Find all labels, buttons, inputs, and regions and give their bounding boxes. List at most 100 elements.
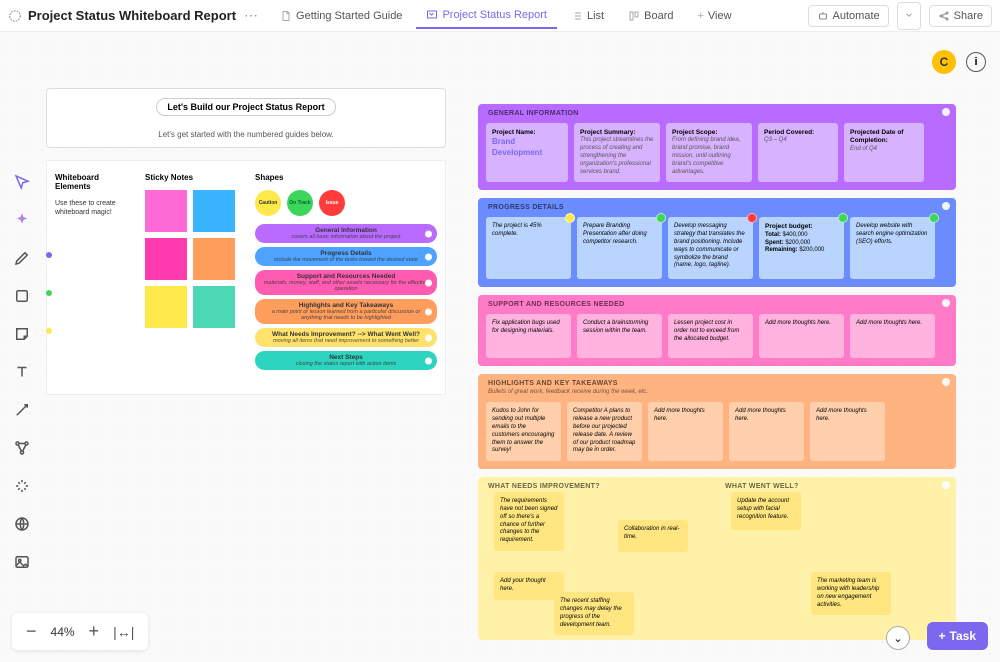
- support-card[interactable]: Fix application bugs used for designing …: [486, 314, 571, 358]
- section-bar[interactable]: What Needs Improvement? --> What Went We…: [255, 328, 437, 347]
- doc-icon: [280, 10, 292, 22]
- status-circle[interactable]: Issue: [319, 190, 345, 216]
- sticky-sample[interactable]: [193, 286, 235, 328]
- section: SUPPORT AND RESOURCES NEEDEDFix applicat…: [478, 295, 956, 366]
- section: PROGRESS DETAILS The project is 45% compl…: [478, 198, 956, 287]
- tab-label: Getting Started Guide: [296, 10, 402, 22]
- highlight-card[interactable]: Add more thoughts here.: [648, 402, 723, 461]
- task-options-button[interactable]: ⌄: [886, 626, 910, 650]
- zoom-controls: − 44% + |↔|: [12, 613, 148, 650]
- sticky-sample[interactable]: [145, 286, 187, 328]
- progress-card[interactable]: Develop website with search engine optim…: [850, 217, 935, 279]
- highlight-card[interactable]: Add more thoughts here.: [729, 402, 804, 461]
- section-title: WHAT WENT WELL?: [721, 481, 950, 492]
- progress-card[interactable]: Prepare Branding Presentation after doin…: [577, 217, 662, 279]
- improve-card[interactable]: The requirements have not been signed of…: [494, 492, 564, 551]
- info-card[interactable]: Project Scope:From defining brand idea, …: [666, 123, 752, 182]
- improve-card[interactable]: The recent staffing changes may delay th…: [554, 592, 634, 635]
- wentwell-card[interactable]: Update the account setup with facial rec…: [731, 492, 801, 530]
- sticky-sample[interactable]: [193, 238, 235, 280]
- plus-icon: +: [939, 629, 946, 643]
- section-bar[interactable]: Highlights and Key Takeawaysa main point…: [255, 299, 437, 324]
- support-card[interactable]: Lessen project cost in order not to exce…: [668, 314, 753, 358]
- highlight-card[interactable]: Kudos to John for sending out multiple e…: [486, 402, 561, 461]
- zoom-out-button[interactable]: −: [26, 621, 37, 642]
- section: GENERAL INFORMATION Project Name:Brand De…: [478, 104, 956, 190]
- app-header: Project Status Whiteboard Report ⋯ Getti…: [0, 0, 1000, 32]
- elements-desc: Use these to create whiteboard magic!: [55, 199, 133, 217]
- automate-button[interactable]: Automate: [808, 5, 889, 27]
- report-canvas: GENERAL INFORMATION Project Name:Brand De…: [478, 104, 956, 648]
- section-split: WHAT NEEDS IMPROVEMENT?The requirements …: [478, 477, 956, 640]
- highlight-card[interactable]: Add more thoughts here.: [810, 402, 885, 461]
- support-card[interactable]: Add more thoughts here.: [759, 314, 844, 358]
- improve-card[interactable]: Collaboration in real-time.: [618, 520, 688, 552]
- tab-add-view[interactable]: + View: [687, 4, 741, 28]
- more-icon[interactable]: ⋯: [244, 7, 258, 24]
- list-icon: [571, 10, 583, 22]
- section-title: GENERAL INFORMATION: [484, 108, 950, 119]
- info-card[interactable]: Projected Date of Completion:End of Q4: [844, 123, 924, 182]
- tab-project-status[interactable]: Project Status Report: [416, 3, 557, 29]
- robot-icon: [817, 10, 829, 22]
- connector-tool[interactable]: [10, 398, 34, 422]
- progress-card[interactable]: Project budget:Total: $400,000Spent: $20…: [759, 217, 844, 279]
- section-bar[interactable]: Support and Resources Neededmaterials, m…: [255, 270, 437, 295]
- pen-tool[interactable]: [10, 246, 34, 270]
- plus-icon: +: [697, 10, 703, 22]
- progress-card[interactable]: Develop messaging strategy that translat…: [668, 217, 753, 279]
- wentwell-card[interactable]: The marketing team is working with leade…: [811, 572, 891, 615]
- stickies-title: Sticky Notes: [145, 173, 243, 182]
- share-button[interactable]: Share: [929, 5, 992, 27]
- tab-list[interactable]: List: [561, 4, 614, 28]
- sticky-sample[interactable]: [193, 190, 235, 232]
- sticky-tool[interactable]: [10, 322, 34, 346]
- banner-title: Let's Build our Project Status Report: [156, 98, 335, 116]
- section-bar[interactable]: General Informationcovers all basic info…: [255, 224, 437, 243]
- board-icon: [628, 10, 640, 22]
- status-circle[interactable]: Caution: [255, 190, 281, 216]
- support-card[interactable]: Conduct a brainstorming session within t…: [577, 314, 662, 358]
- support-card[interactable]: Add more thoughts here.: [850, 314, 935, 358]
- ai-tool[interactable]: [10, 208, 34, 232]
- sticky-sample[interactable]: [145, 190, 187, 232]
- sticky-sample[interactable]: [145, 238, 187, 280]
- view-tabs: Getting Started Guide Project Status Rep…: [270, 3, 742, 29]
- section-title: PROGRESS DETAILS: [484, 202, 950, 213]
- zoom-in-button[interactable]: +: [89, 621, 100, 642]
- web-tool[interactable]: [10, 512, 34, 536]
- whiteboard-toolbar: [6, 170, 38, 574]
- status-circle[interactable]: On Track: [287, 190, 313, 216]
- avatar[interactable]: C: [932, 50, 956, 74]
- tab-label: Project Status Report: [442, 9, 547, 21]
- whiteboard-icon: [426, 9, 438, 21]
- section-bar[interactable]: Progress Detailsinclude the movement of …: [255, 247, 437, 266]
- progress-card[interactable]: The project is 45% complete.: [486, 217, 571, 279]
- fit-width-button[interactable]: |↔|: [113, 624, 134, 640]
- template-icon: [8, 9, 22, 23]
- tab-label: List: [587, 10, 604, 22]
- text-tool[interactable]: [10, 360, 34, 384]
- page-title: Project Status Whiteboard Report: [28, 8, 236, 23]
- automate-dropdown[interactable]: [897, 2, 921, 30]
- tab-getting-started[interactable]: Getting Started Guide: [270, 4, 412, 28]
- tab-board[interactable]: Board: [618, 4, 683, 28]
- shapes-title: Shapes: [255, 173, 437, 182]
- zoom-level: 44%: [51, 625, 75, 639]
- magic-tool[interactable]: [10, 474, 34, 498]
- share-icon: [938, 10, 950, 22]
- highlight-card[interactable]: Competitor A plans to release a new prod…: [567, 402, 642, 461]
- section: HIGHLIGHTS AND KEY TAKEAWAYSBullets of g…: [478, 374, 956, 469]
- cursor-tool[interactable]: [10, 170, 34, 194]
- info-card[interactable]: Project Summary:This project streamlines…: [574, 123, 660, 182]
- image-tool[interactable]: [10, 550, 34, 574]
- relationship-tool[interactable]: [10, 436, 34, 460]
- info-card[interactable]: Period Covered:Q3 – Q4: [758, 123, 838, 182]
- section-title: HIGHLIGHTS AND KEY TAKEAWAYS: [484, 378, 950, 389]
- section-bar[interactable]: Next Stepsclosing the status report with…: [255, 351, 437, 370]
- info-icon[interactable]: i: [966, 52, 986, 72]
- add-task-button[interactable]: + Task: [927, 622, 988, 650]
- elements-title: Whiteboard Elements: [55, 173, 133, 191]
- info-card[interactable]: Project Name:Brand Development: [486, 123, 568, 182]
- shape-tool[interactable]: [10, 284, 34, 308]
